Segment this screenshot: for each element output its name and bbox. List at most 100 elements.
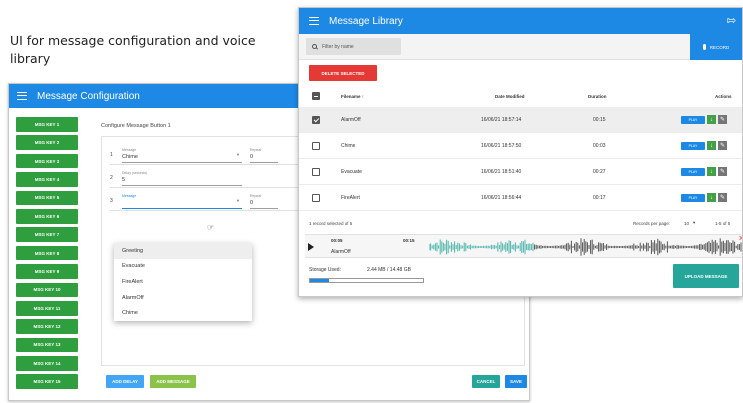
column-filename[interactable]: Filename ↑ [341,86,364,106]
message-key-list: MSG KEY 1 MSG KEY 2 MSG KEY 3 MSG KEY 4 MSG … [16,117,78,393]
edit-icon[interactable]: ✎ [718,141,727,150]
edit-icon[interactable]: ✎ [718,193,727,202]
caption-text: UI for message configuration and voice l… [10,33,256,66]
message-library-window: Message Library ⇰ Filter by name RECORD … [298,7,743,297]
row-checkbox[interactable] [312,107,320,132]
audio-player: 00:05 00:15 AlarmOff × [305,233,743,258]
player-current-time: 00:05 [331,238,343,243]
message-key-button[interactable]: MSG KEY 8 [16,245,78,261]
message-key-button[interactable]: MSG KEY 4 [16,172,78,187]
message-select[interactable]: Message ▼ [122,193,242,209]
message-key-button[interactable]: MSG KEY 12 [16,319,78,334]
play-button[interactable]: PLAY [681,141,705,150]
records-per-page-value: 10 [684,220,690,226]
edit-icon[interactable]: ✎ [718,115,727,124]
storage-progress-bar [309,278,424,283]
play-button[interactable]: PLAY [681,115,705,124]
play-icon[interactable] [308,243,314,251]
column-date[interactable]: Date Modified [495,86,525,106]
row-checkbox[interactable] [312,133,320,158]
record-button[interactable]: RECORD [690,34,742,60]
dropdown-option[interactable]: FireAlert [114,274,252,290]
storage-value: 2.44 MB / 14.48 GB [367,267,411,273]
row-actions: PLAY ↓ ✎ [681,107,727,132]
chevron-down-icon: ▼ [236,151,240,157]
field-value: 0 [250,199,254,206]
message-key-button[interactable]: MSG KEY 7 [16,227,78,242]
field-label: Delay (seconds) [122,170,148,175]
message-key-button[interactable]: MSG KEY 10 [16,282,78,298]
dropdown-option[interactable]: Chime [114,305,252,321]
column-actions: Actions [715,93,732,99]
message-key-button[interactable]: MSG KEY 6 [16,208,78,224]
message-key-button[interactable]: MSG KEY 15 [16,374,78,390]
message-key-button[interactable]: MSG KEY 1 [16,117,78,132]
table-row[interactable]: Chime 16/06/21 18:57:50 00:03 PLAY ↓ ✎ [299,133,742,159]
download-icon[interactable]: ↓ [707,141,716,150]
message-key-button[interactable]: MSG KEY 2 [16,135,78,150]
delay-field[interactable]: Delay (seconds) 5 [122,170,242,186]
row-duration: 00:17 [593,194,606,201]
column-duration[interactable]: Duration [588,86,607,106]
field-label: Repeat [250,147,262,152]
row-checkbox[interactable] [312,185,320,210]
row-actions: PLAY ↓ ✎ [681,185,727,210]
dropdown-option[interactable]: Evacuate [114,259,252,275]
row-filename: AlarmOff [341,116,361,123]
close-icon[interactable]: × [739,233,742,243]
row-actions: PLAY ↓ ✎ [681,133,727,158]
dropdown-option[interactable]: AlarmOff [114,290,252,306]
repeat-field[interactable]: Repeat 0 [250,147,278,163]
add-delay-button[interactable]: ADD DELAY [106,375,144,388]
field-label: Message [122,147,137,152]
search-icon [312,44,317,49]
play-button[interactable]: PLAY [681,167,705,176]
menu-icon[interactable] [17,92,27,100]
search-input[interactable]: Filter by name [306,38,401,55]
row-date: 16/06/21 18:57:50 [481,142,522,149]
dropdown-option[interactable]: Greeting [114,243,252,259]
message-key-button[interactable]: MSG KEY 3 [16,153,78,169]
row-checkbox[interactable] [312,159,320,184]
message-select[interactable]: Message Chime ▼ [122,147,242,163]
slot-number: 2 [110,174,113,181]
download-icon[interactable]: ↓ [707,193,716,202]
message-key-button[interactable]: MSG KEY 5 [16,190,78,206]
records-per-page-select[interactable]: 10 ▾ [684,215,695,231]
record-label: RECORD [709,44,730,50]
row-filename: Chime [341,142,356,149]
message-key-button[interactable]: MSG KEY 14 [16,356,78,371]
delete-selected-button[interactable]: DELETE SELECTED [309,65,377,81]
save-button[interactable]: SAVE [505,375,527,388]
checkbox-icon [312,92,320,100]
row-date: 16/06/21 18:57:14 [481,116,522,123]
selection-count: 1 record selected of 5 [309,220,353,226]
repeat-field[interactable]: Repeat 0 [250,193,278,209]
message-key-button[interactable]: MSG KEY 13 [16,337,78,353]
waveform[interactable] [429,236,743,258]
download-icon[interactable]: ↓ [707,115,716,124]
download-icon[interactable]: ↓ [707,167,716,176]
library-header: Message Library ⇰ [299,8,742,34]
row-date: 16/06/21 18:56:44 [481,194,522,201]
table-row[interactable]: AlarmOff 16/06/21 18:57:14 00:15 PLAY ↓ ✎ [299,107,742,133]
edit-icon[interactable]: ✎ [718,167,727,176]
select-all-checkbox[interactable] [312,86,320,106]
cancel-button[interactable]: CANCEL [472,375,500,388]
search-placeholder: Filter by name [322,43,354,50]
logout-icon[interactable]: ⇰ [727,14,736,27]
row-filename: Evacuate [341,168,362,175]
records-per-page-label: Records per page: [633,220,671,226]
message-key-button[interactable]: MSG KEY 9 [16,264,78,279]
microphone-icon [702,44,706,50]
upload-message-button[interactable]: UPLOAD MESSAGE [673,264,739,288]
table-row[interactable]: FireAlert 16/06/21 18:56:44 00:17 PLAY ↓ ✎ [299,185,742,211]
config-title: Message Configuration [37,90,140,102]
menu-icon[interactable] [309,17,319,25]
play-button[interactable]: PLAY [681,193,705,202]
add-message-button[interactable]: ADD MESSAGE [150,375,196,388]
message-key-button[interactable]: MSG KEY 11 [16,300,78,316]
row-actions: PLAY ↓ ✎ [681,159,727,184]
row-date: 16/06/21 18:51:40 [481,168,522,175]
table-row[interactable]: Evacuate 16/06/21 18:51:40 00:27 PLAY ↓ ✎ [299,159,742,185]
